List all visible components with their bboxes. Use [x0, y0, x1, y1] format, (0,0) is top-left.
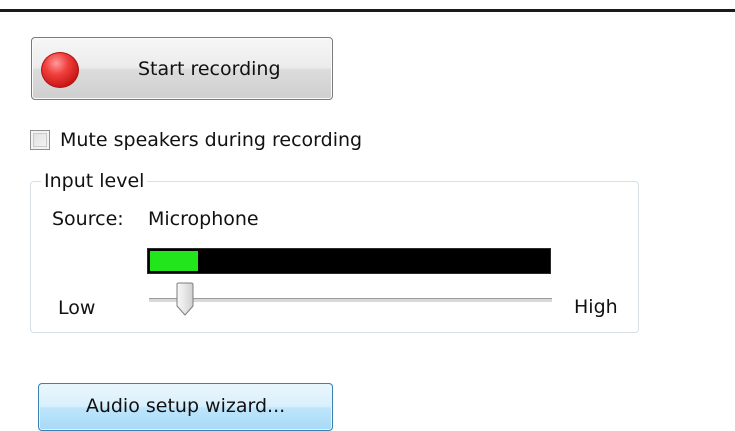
audio-setup-wizard-button[interactable]: Audio setup wizard... — [38, 383, 333, 431]
slider-low-label: Low — [58, 297, 96, 319]
input-level-slider-track[interactable] — [149, 298, 552, 303]
start-recording-button[interactable]: Start recording — [31, 37, 333, 100]
source-label: Source: — [52, 208, 124, 230]
start-recording-label: Start recording — [138, 58, 281, 80]
top-divider — [0, 9, 735, 12]
input-level-group: Input level Source: Microphone Low High — [30, 170, 639, 333]
audio-setup-wizard-label: Audio setup wizard... — [85, 395, 286, 417]
slider-high-label: High — [574, 296, 618, 318]
mute-speakers-label: Mute speakers during recording — [60, 129, 363, 151]
input-level-meter — [147, 248, 551, 274]
input-level-slider-thumb[interactable] — [175, 282, 195, 316]
record-icon — [42, 53, 78, 87]
source-value: Microphone — [148, 208, 259, 230]
input-level-meter-fill — [150, 251, 198, 271]
input-level-title: Input level — [41, 170, 148, 192]
mute-speakers-checkbox[interactable] — [30, 130, 50, 150]
